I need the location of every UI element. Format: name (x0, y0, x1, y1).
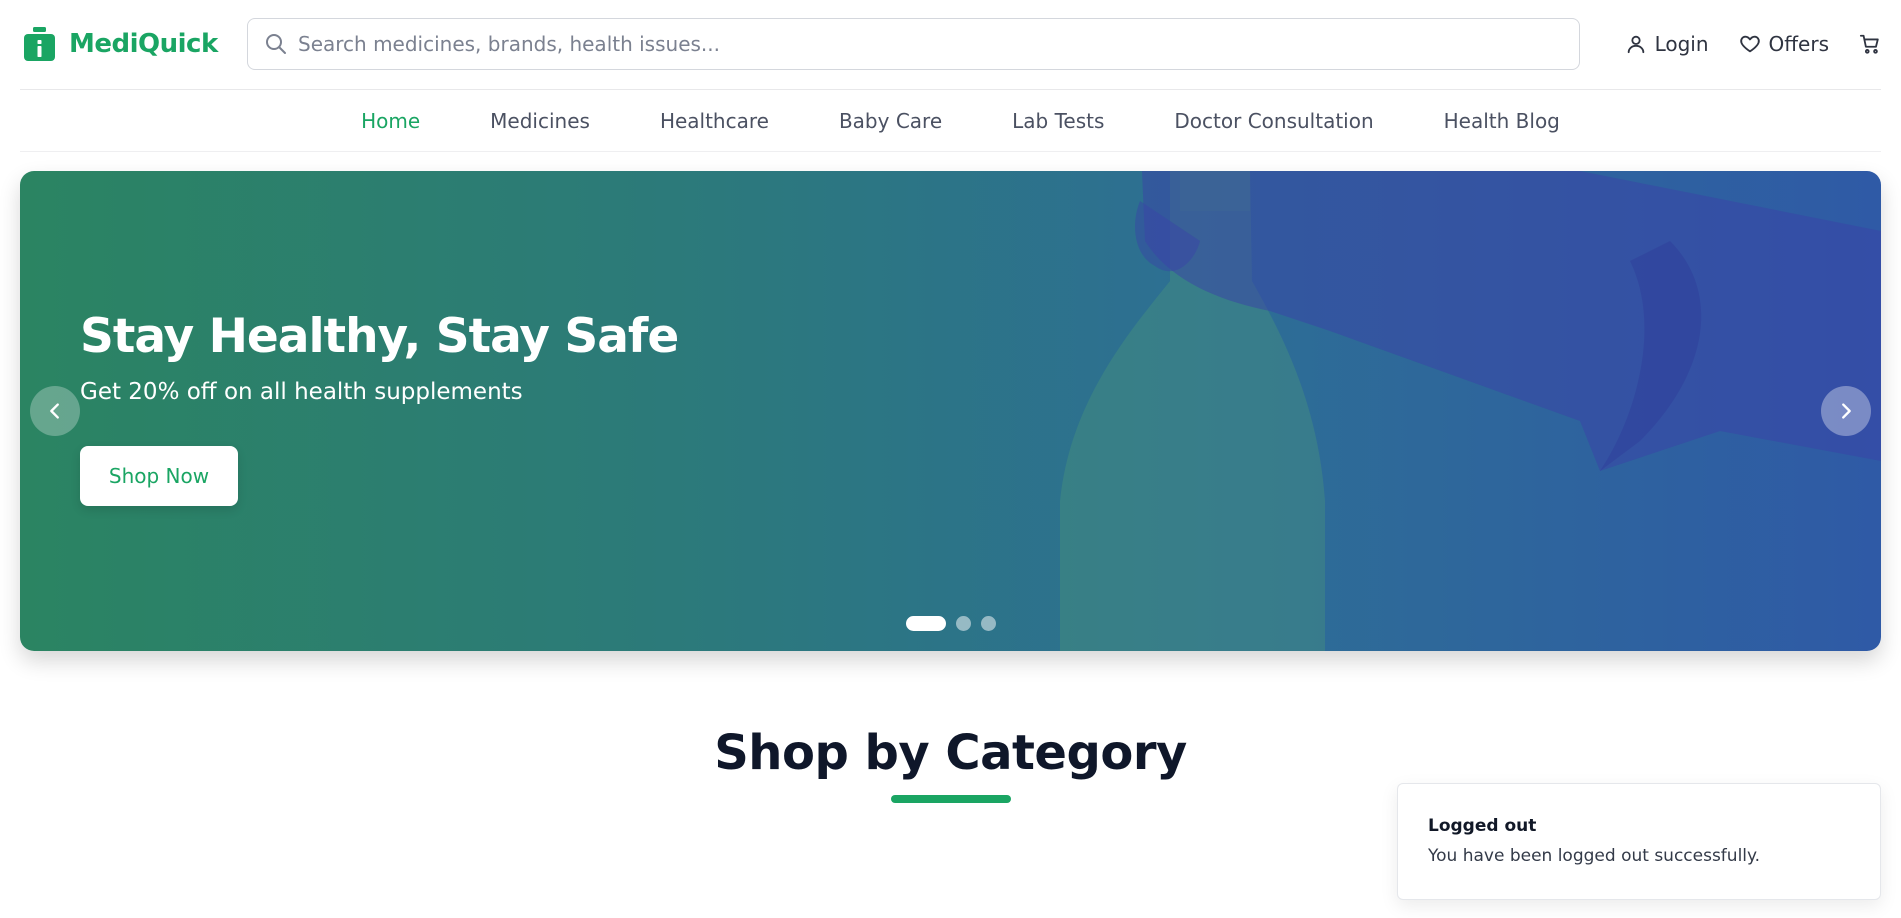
nav-item-baby-care[interactable]: Baby Care (839, 109, 942, 133)
nav-item-doctor-consultation[interactable]: Doctor Consultation (1174, 109, 1373, 133)
toast-title: Logged out (1428, 816, 1537, 836)
cart-icon (1859, 34, 1879, 54)
toast-notification: Logged out You have been logged out succ… (1397, 783, 1881, 900)
nav-item-home[interactable]: Home (361, 109, 420, 133)
chevron-right-icon (1842, 403, 1851, 419)
nav-item-health-blog[interactable]: Health Blog (1444, 109, 1560, 133)
cart-button[interactable] (1859, 33, 1881, 55)
shop-now-button[interactable]: Shop Now (80, 446, 238, 506)
section-title-underline (891, 795, 1011, 803)
carousel-prev-button[interactable] (30, 386, 80, 436)
hero-background-image (1060, 171, 1881, 651)
nav-item-healthcare[interactable]: Healthcare (660, 109, 769, 133)
carousel-next-button[interactable] (1821, 386, 1871, 436)
user-icon (1627, 35, 1644, 54)
hero-content: Stay Healthy, Stay Safe Get 20% off on a… (80, 309, 679, 405)
medicine-bottle-icon (24, 27, 55, 61)
chevron-left-icon (50, 403, 59, 419)
offers-label: Offers (1768, 32, 1829, 56)
carousel-indicators (906, 616, 996, 631)
search-bar (247, 18, 1580, 70)
section-title: Shop by Category (714, 725, 1187, 781)
search-input[interactable] (298, 19, 1567, 69)
nav-item-medicines[interactable]: Medicines (490, 109, 590, 133)
heart-icon (1739, 35, 1760, 53)
search-icon (266, 34, 286, 54)
carousel-dot-3[interactable] (981, 616, 996, 631)
hero-title: Stay Healthy, Stay Safe (80, 309, 679, 364)
login-label: Login (1654, 32, 1709, 56)
logo[interactable]: MediQuick (24, 26, 218, 62)
site-header: MediQuick Login Offers (20, 0, 1881, 90)
offers-link[interactable]: Offers (1739, 32, 1829, 56)
nav-item-lab-tests[interactable]: Lab Tests (1012, 109, 1104, 133)
brand-name: MediQuick (69, 29, 218, 59)
login-link[interactable]: Login (1625, 32, 1709, 56)
header-actions: Login Offers (1625, 26, 1881, 62)
toast-message: You have been logged out successfully. (1428, 846, 1761, 866)
page: MediQuick Login Offers (0, 0, 1901, 918)
hero-subtitle: Get 20% off on all health supplements (80, 378, 523, 405)
main-nav: Home Medicines Healthcare Baby Care Lab … (20, 90, 1881, 152)
carousel-dot-2[interactable] (956, 616, 971, 631)
carousel-dot-1[interactable] (906, 616, 946, 631)
hero-banner: Stay Healthy, Stay Safe Get 20% off on a… (20, 171, 1881, 651)
